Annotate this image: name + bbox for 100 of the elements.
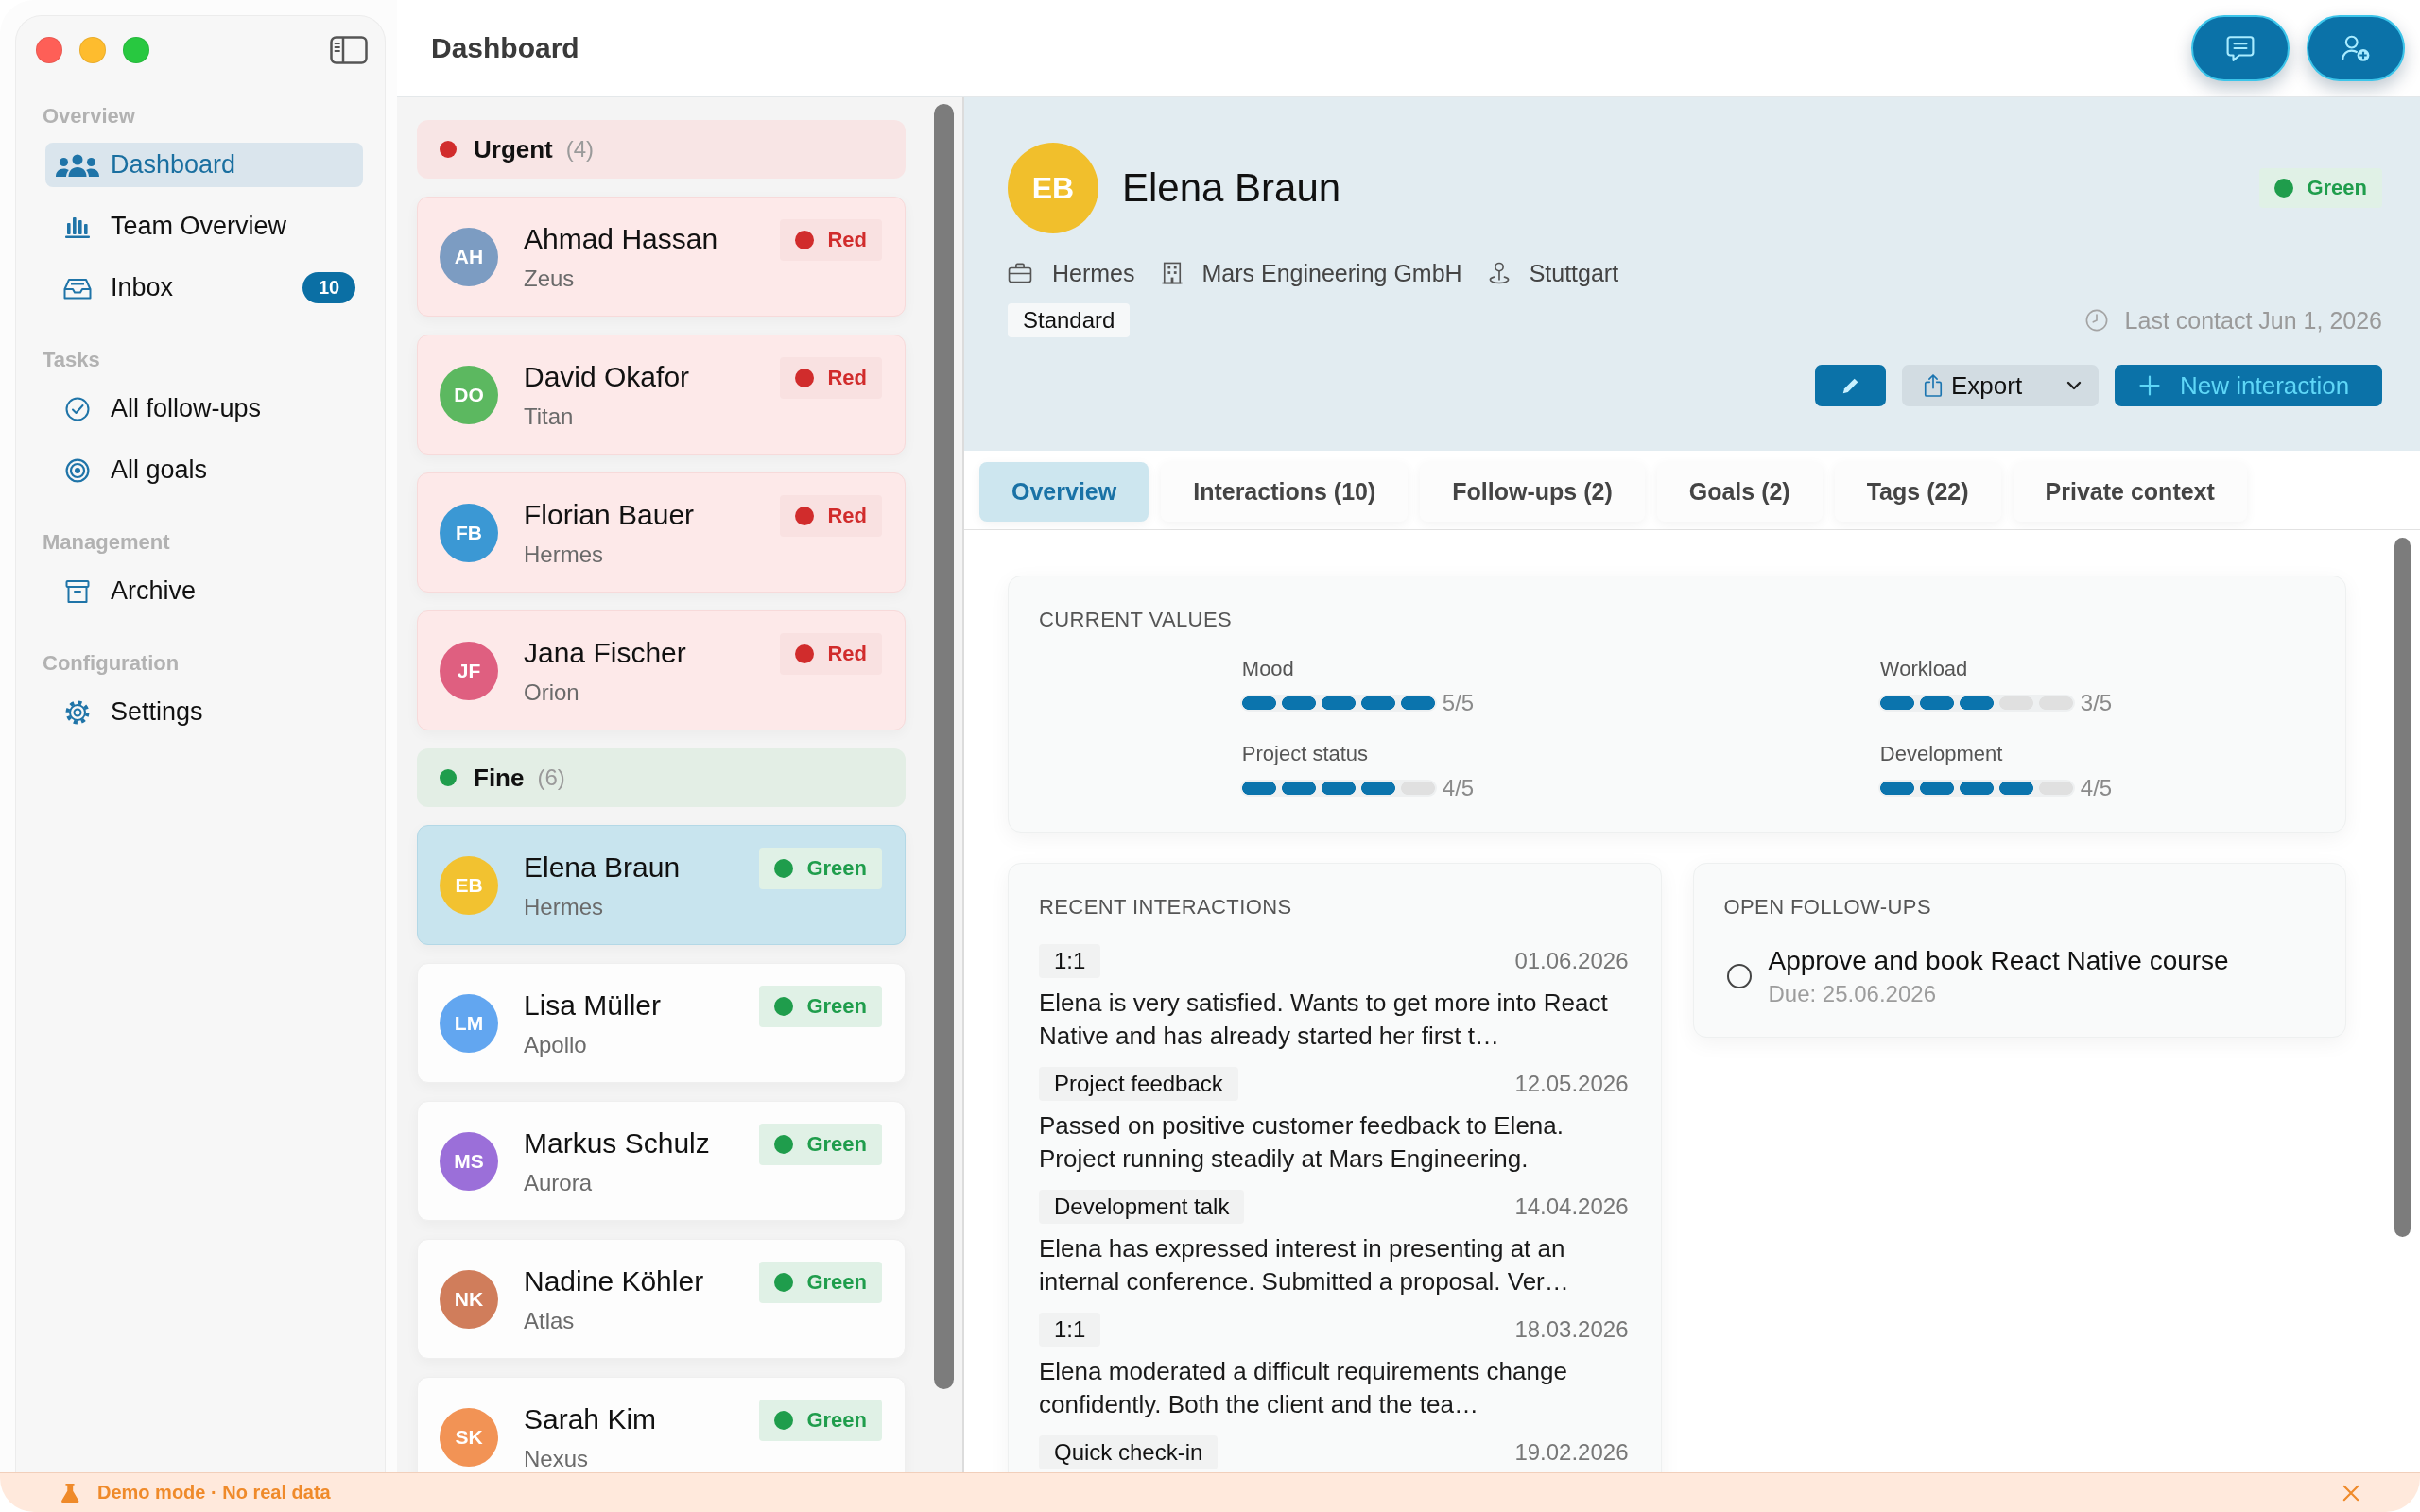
minimize-window-button[interactable]	[79, 37, 106, 63]
count-badge: 10	[302, 272, 355, 303]
person-card[interactable]: DO David Okafor Titan Red	[417, 335, 906, 455]
metric-reading: 5/5	[1442, 690, 1475, 716]
follow-up-title: Approve and book React Native course	[1768, 945, 2229, 977]
interaction-type-tag: Project feedback	[1039, 1067, 1238, 1101]
share-icon	[1923, 373, 1944, 398]
tab[interactable]: Goals (2)	[1656, 462, 1823, 522]
team-name: Zeus	[524, 266, 576, 291]
group-header[interactable]: Fine (6)	[417, 748, 906, 807]
nav-item[interactable]: Team Overview	[45, 204, 363, 249]
status-label: Red	[827, 366, 867, 390]
status-label: Green	[806, 994, 867, 1019]
section-label: Tasks	[43, 348, 101, 372]
person-card[interactable]: NK Nadine Köhler Atlas Green	[417, 1239, 906, 1359]
team-name: Atlas	[524, 1309, 576, 1333]
person-card[interactable]: SK Sarah Kim Nexus Green	[417, 1377, 906, 1472]
status-label: Green	[2307, 176, 2367, 200]
person-name: Lisa Müller	[524, 988, 663, 1022]
interaction-type-tag: Quick check-in	[1039, 1435, 1219, 1469]
nav-item[interactable]: Inbox 10	[45, 266, 363, 310]
metric-label: Project status	[1241, 742, 1370, 766]
person-card[interactable]: LM Lisa Müller Apollo Green	[417, 963, 906, 1083]
tab[interactable]: Interactions (10)	[1161, 462, 1409, 522]
person-card[interactable]: EB Elena Braun Hermes Green	[417, 825, 906, 945]
nav-item[interactable]: All follow-ups	[45, 387, 363, 431]
contact-name: Elena Braun	[1122, 165, 1341, 211]
person-card[interactable]: MS Markus Schulz Aurora Green	[417, 1101, 906, 1221]
nav-item[interactable]: Dashboard	[45, 143, 363, 187]
person-card[interactable]: AH Ahmad Hassan Zeus Red	[417, 197, 906, 317]
company-name: Mars Engineering GmbH	[1201, 259, 1462, 287]
team-name: Hermes	[524, 542, 604, 567]
person-card[interactable]: JF Jana Fischer Orion Red	[417, 610, 906, 730]
sidebar-toggle-icon[interactable]	[330, 36, 368, 64]
group-count: (4)	[565, 136, 595, 163]
section-label: Configuration	[43, 651, 181, 676]
people-icon	[55, 153, 100, 177]
nav-item[interactable]: All goals	[45, 448, 363, 492]
chevron-down-icon	[2066, 381, 2082, 390]
avatar: NK	[440, 1269, 498, 1329]
interaction-date: 19.02.2026	[1514, 1439, 1629, 1466]
team-name: Aurora	[524, 1171, 594, 1195]
nav-item[interactable]: Settings	[45, 690, 363, 734]
export-button[interactable]: Export	[1902, 365, 2099, 406]
interaction-text: Passed on positive customer feedback to Elena. Project running steadily at Mars Engineering.	[1039, 1110, 1564, 1175]
check-circle-icon	[65, 396, 90, 421]
demo-text: Demo mode · No real data	[97, 1482, 331, 1503]
metric-label: Workload	[1879, 657, 1969, 681]
scrollbar[interactable]	[934, 104, 954, 1389]
avatar: MS	[440, 1131, 498, 1191]
person-name: Markus Schulz	[524, 1126, 711, 1160]
page-title: Dashboard	[431, 32, 579, 64]
chat-bubble-icon	[2226, 34, 2255, 62]
plus-icon	[2139, 375, 2160, 396]
metric-reading: 4/5	[2080, 775, 2113, 801]
maximize-window-button[interactable]	[123, 37, 149, 63]
nav-item[interactable]: Archive	[45, 569, 363, 613]
avatar: SK	[440, 1407, 498, 1467]
interaction-type-tag: 1:1	[1039, 944, 1101, 978]
target-icon	[65, 457, 90, 483]
section-label: Overview	[43, 104, 136, 129]
team-name: Orion	[524, 680, 580, 705]
chat-button[interactable]	[2191, 15, 2290, 81]
avatar: EB	[1008, 143, 1098, 233]
due-date: Due: 25.06.2026	[1768, 980, 1937, 1008]
person-name: Nadine Köhler	[524, 1264, 705, 1298]
avatar: EB	[440, 855, 498, 915]
card-title: OPEN FOLLOW-UPS	[1723, 896, 1933, 919]
team-name: Apollo	[524, 1033, 588, 1057]
person-name: Jana Fischer	[524, 636, 687, 670]
avatar: JF	[440, 641, 498, 700]
status-label: Green	[806, 1408, 867, 1433]
gear-icon	[64, 698, 91, 726]
tab[interactable]: Tags (22)	[1834, 462, 2001, 522]
close-icon[interactable]	[2342, 1484, 2360, 1502]
team-name: Hermes	[524, 895, 604, 919]
group-label: Urgent	[474, 134, 553, 164]
section-label: Management	[43, 530, 171, 555]
metric-reading: 3/5	[2080, 690, 2113, 716]
avatar: AH	[440, 227, 498, 286]
tab[interactable]: Private context	[2013, 462, 2247, 522]
edit-button[interactable]	[1815, 365, 1886, 406]
scrollbar[interactable]	[2394, 538, 2411, 1237]
group-count: (6)	[537, 765, 565, 791]
tab[interactable]: Overview	[979, 462, 1150, 522]
follow-up-checkbox[interactable]	[1726, 964, 1752, 988]
status-label: Red	[827, 228, 867, 252]
close-window-button[interactable]	[36, 37, 62, 63]
interaction-text: Elena has expressed interest in presenting at an internal conference. Submitted a proposal. Ver…	[1039, 1233, 1570, 1297]
team-name: Hermes	[1052, 259, 1135, 287]
person-card[interactable]: FB Florian Bauer Hermes Red	[417, 472, 906, 593]
avatar: DO	[440, 365, 498, 424]
interaction-date: 12.05.2026	[1514, 1071, 1629, 1097]
interaction-date: 18.03.2026	[1514, 1316, 1629, 1343]
person-name: Ahmad Hassan	[524, 222, 719, 256]
tab[interactable]: Follow-ups (2)	[1420, 462, 1645, 522]
add-user-button[interactable]	[2307, 15, 2405, 81]
inbox-tray-icon	[63, 276, 92, 300]
person-name: Sarah Kim	[524, 1402, 658, 1436]
group-header[interactable]: Urgent (4)	[417, 120, 906, 179]
